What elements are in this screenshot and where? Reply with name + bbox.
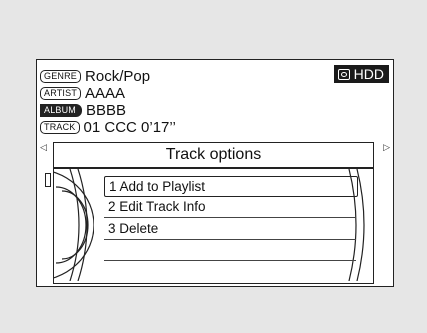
album-value: BBBB	[86, 102, 127, 119]
title-divider	[54, 167, 373, 169]
artist-tag: ARTIST	[40, 87, 82, 100]
page: GENRE Rock/Pop ARTIST AAAA ALBUM BBBB TR…	[0, 0, 427, 333]
track-row: TRACK 01 CCC 0’17’’	[40, 118, 176, 137]
track-value: 01 CCC 0’17’’	[83, 119, 176, 136]
left-stub	[45, 173, 51, 187]
scroll-left-icon[interactable]: ◁	[40, 142, 47, 153]
hdd-source-badge: HDD	[333, 65, 389, 83]
track-tag: TRACK	[40, 121, 80, 134]
hdd-icon	[337, 68, 350, 80]
genre-tag: GENRE	[40, 70, 82, 83]
option-delete[interactable]: 3 Delete	[104, 219, 356, 238]
option-edit-track-info[interactable]: 2 Edit Track Info	[104, 197, 356, 216]
track-options-title: Track options	[165, 146, 262, 163]
hdd-label: HDD	[353, 66, 384, 82]
album-tag: ALBUM	[40, 104, 83, 117]
track-options-dialog: Track options 1 Add to Playlist 2 Edit T…	[53, 142, 374, 284]
option-divider	[104, 260, 356, 261]
scroll-right-icon[interactable]: ▷	[383, 142, 390, 153]
dial-wheel-left	[54, 169, 94, 281]
option-divider	[104, 217, 356, 218]
option-add-to-playlist[interactable]: 1 Add to Playlist	[104, 176, 358, 197]
genre-value: Rock/Pop	[85, 68, 151, 85]
artist-value: AAAA	[85, 85, 126, 102]
option-divider	[104, 239, 356, 240]
audio-screen: GENRE Rock/Pop ARTIST AAAA ALBUM BBBB TR…	[36, 59, 394, 287]
